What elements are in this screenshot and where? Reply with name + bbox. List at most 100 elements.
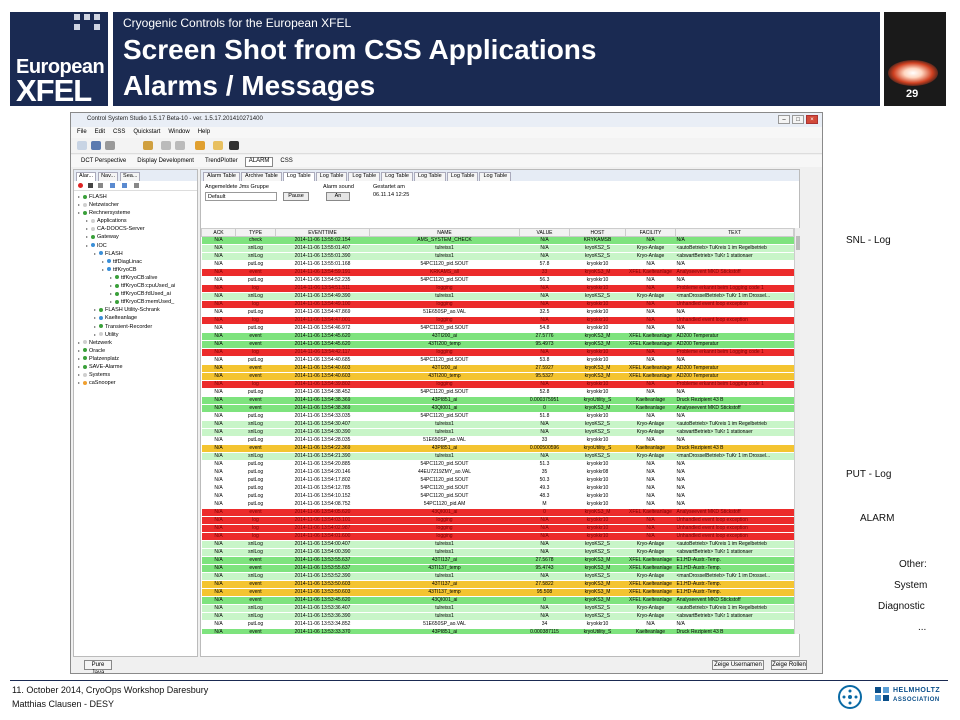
table-row[interactable]: N/A log 2014-11-06 13:54:51.511 logging N/A k… [201, 284, 794, 293]
table-row[interactable]: N/A putLog 2014-11-06 13:54:10.152 54PC1120… [201, 492, 794, 501]
column-header-facility[interactable]: FACILITY [625, 228, 676, 237]
tools-icon[interactable] [195, 141, 205, 150]
table-row[interactable]: N/A snlLog 2014-11-06 13:54:00.390 tulreiss… [201, 548, 794, 557]
table-row[interactable]: N/A putLog 2014-11-06 13:54:17.802 54PC1120… [201, 476, 794, 485]
scrollbar-thumb[interactable] [796, 236, 800, 250]
perspective-css[interactable]: CSS [276, 157, 296, 167]
table-row[interactable]: N/A log 2014-11-06 13:54:02.987 logging N/A k… [201, 524, 794, 533]
table-row[interactable]: N/A event 2014-11-06 13:53:50.603 43TI137_a… [201, 580, 794, 589]
tree-item[interactable]: ▸ caSnooper [74, 379, 197, 387]
column-header-name[interactable]: NAME [369, 228, 520, 237]
table-row[interactable]: N/A log 2014-11-06 13:54:47.001 logging N/A k… [201, 316, 794, 325]
table-row[interactable]: N/A putLog 2014-11-06 13:54:33.035 54PC1120… [201, 412, 794, 421]
tree-item[interactable]: ▸ Rechnersysteme [74, 209, 197, 217]
table-tab[interactable]: Log Table [413, 172, 446, 181]
table-row[interactable]: N/A event 2014-11-06 13:54:40.603 43TI200_t… [201, 372, 794, 381]
binoculars-icon[interactable] [229, 141, 239, 150]
table-tab[interactable]: Alarm Table [203, 172, 240, 181]
menu-file[interactable]: File [77, 129, 87, 138]
column-header-text[interactable]: TEXT [675, 228, 794, 237]
tree-tab[interactable]: Nav... [98, 172, 119, 181]
table-row[interactable]: N/A snlLog 2014-11-06 13:53:36.407 tulreiss… [201, 604, 794, 613]
tree-item[interactable]: ▸ ttfKryoCB:fdUsed_ai [74, 290, 197, 298]
table-row[interactable]: N/A snlLog 2014-11-06 13:53:36.390 tulreiss… [201, 612, 794, 621]
tree-item[interactable]: ▸ ttfDiagLinac [74, 258, 197, 266]
table-row[interactable]: N/A putLog 2014-11-06 13:54:28.035 51E650SP… [201, 436, 794, 445]
table-tab[interactable]: Log Table [348, 172, 381, 181]
tree-item[interactable]: ▸ Netzwerk [74, 339, 197, 347]
table-row[interactable]: N/A putLog 2014-11-06 13:54:40.685 54PC1120… [201, 356, 794, 365]
tree-item[interactable]: ▸ Systems [74, 371, 197, 379]
table-row[interactable]: N/A putLog 2014-11-06 13:53:34.852 51E650SP… [201, 620, 794, 629]
table-row[interactable]: N/A snlLog 2014-11-06 13:55:01.407 tulreiss… [201, 244, 794, 253]
perspective-trendplotter[interactable]: TrendPlotter [201, 157, 242, 167]
menu-window[interactable]: Window [168, 129, 189, 138]
table-row[interactable]: N/A event 2014-11-06 13:53:33.370 43PI851_a… [201, 628, 794, 634]
perspective-alarm[interactable]: ALARM [244, 157, 274, 167]
table-row[interactable]: N/A putLog 2014-11-06 13:54:12.785 54PC1120… [201, 484, 794, 493]
tree-tab[interactable]: Alar... [76, 172, 97, 181]
menu-help[interactable]: Help [198, 129, 210, 138]
save-icon[interactable] [91, 141, 101, 150]
table-row[interactable]: N/A putLog 2014-11-06 13:54:47.869 51E650SP… [201, 308, 794, 317]
tree-item[interactable]: ▸ Transient-Recorder [74, 323, 197, 331]
table-row[interactable]: N/A snlLog 2014-11-06 13:54:30.390 tulreiss… [201, 428, 794, 437]
table-row[interactable]: N/A event 2014-11-06 13:53:55.637 43TI137_t… [201, 564, 794, 573]
tree-item[interactable]: ▸ ttfKryoCB [74, 266, 197, 274]
table-row[interactable]: N/A putLog 2014-11-06 13:55:01.168 54PC1120… [201, 260, 794, 269]
tree-item[interactable]: ▸ FLASH [74, 193, 197, 201]
table-row[interactable]: N/A snlLog 2014-11-06 13:55:01.390 tulreiss… [201, 252, 794, 261]
minimize-button[interactable]: – [778, 115, 790, 124]
table-row[interactable]: N/A log 2014-11-06 13:54:49.100 logging N/A k… [201, 300, 794, 309]
table-row[interactable]: N/A snlLog 2014-11-06 13:54:30.407 tulreiss… [201, 420, 794, 429]
tree-item[interactable]: ▸ Oracle [74, 347, 197, 355]
column-header-value[interactable]: VALUE [519, 228, 570, 237]
tree-item[interactable]: ▸ Netzwischer [74, 201, 197, 209]
tree-item[interactable]: ▸ ttfKryoCB:alive [74, 274, 197, 282]
tree-item[interactable]: ▸ SAVE-Alarme [74, 363, 197, 371]
table-row[interactable]: N/A snlLog 2014-11-06 13:54:00.407 tulreiss… [201, 540, 794, 549]
table-row[interactable]: N/A snlLog 2014-11-06 13:54:21.390 tulreiss… [201, 452, 794, 461]
table-row[interactable]: N/A event 2014-11-06 13:54:45.620 43TI200_t… [201, 340, 794, 349]
table-row[interactable]: N/A log 2014-11-06 13:54:42.117 logging N/A k… [201, 348, 794, 357]
maximize-button[interactable]: □ [792, 115, 804, 124]
tree-item[interactable]: ▸ FLASH Utility-Schrank [74, 306, 197, 314]
tree-item[interactable]: ▸ Utility [74, 331, 197, 339]
table-row[interactable]: N/A event 2014-11-06 13:54:38.369 43QI001_a… [201, 404, 794, 413]
pause-button[interactable]: Pause [283, 192, 309, 201]
tree-tab[interactable]: Sea... [120, 172, 141, 181]
forward-icon[interactable] [175, 141, 185, 150]
table-tab[interactable]: Archive Table [240, 172, 282, 181]
table-row[interactable]: N/A event 2014-11-06 13:54:45.620 43TI200_a… [201, 332, 794, 341]
column-header-type[interactable]: TYPE [235, 228, 276, 237]
table-row[interactable]: N/A putLog 2014-11-06 13:54:38.452 54PC1120… [201, 388, 794, 397]
perspective-display-development[interactable]: Display Development [133, 157, 198, 167]
table-tab[interactable]: Log Table [315, 172, 348, 181]
menu-css[interactable]: CSS [113, 129, 125, 138]
column-header-eventtime[interactable]: EVENTTIME [275, 228, 370, 237]
folder-icon[interactable] [213, 141, 223, 150]
table-row[interactable]: N/A putLog 2014-11-06 13:54:46.972 54PC1120… [201, 324, 794, 333]
table-row[interactable]: N/A event 2014-11-06 13:54:22.369 43PI851_a… [201, 444, 794, 453]
table-row[interactable]: N/A event 2014-11-06 13:53:50.603 43TI137_t… [201, 588, 794, 597]
jms-group-select[interactable]: Default [205, 192, 277, 201]
table-row[interactable]: N/A putLog 2014-11-06 13:54:20.885 54PC1120… [201, 460, 794, 469]
table-row[interactable]: N/A event 2014-11-06 13:54:05.620 43QI001_a… [201, 508, 794, 517]
tree-item[interactable]: ▸ CA-DOOCS-Server [74, 225, 197, 233]
table-row[interactable]: N/A event 2014-11-06 13:53:55.637 43TI137_a… [201, 556, 794, 565]
table-scrollbar[interactable] [794, 228, 800, 634]
column-header-ack[interactable]: ACK [201, 228, 236, 237]
table-row[interactable]: N/A event 2014-11-06 13:54:38.369 43PI851_a… [201, 396, 794, 405]
tree-item[interactable]: ▸ Gateway [74, 233, 197, 241]
alarm-sound-toggle[interactable]: An [326, 192, 350, 201]
table-tab[interactable]: Log Table [381, 172, 413, 181]
perspective-dct-perspective[interactable]: DCT Perspective [77, 157, 130, 167]
menu-edit[interactable]: Edit [95, 129, 105, 138]
table-row[interactable]: N/A putLog 2014-11-06 13:54:20.146 44EU7219… [201, 468, 794, 477]
table-row[interactable]: N/A putLog 2014-11-06 13:54:08.752 54PC1120… [201, 500, 794, 509]
tree-item[interactable]: ▸ ttfKryoCB:memUsed_ [74, 298, 197, 306]
table-tab[interactable]: Log Table [446, 172, 479, 181]
tree-item[interactable]: ▸ Platzenplatz [74, 355, 197, 363]
table-tab[interactable]: Log Table [282, 172, 315, 181]
tree-item[interactable]: ▸ IOC [74, 242, 197, 250]
